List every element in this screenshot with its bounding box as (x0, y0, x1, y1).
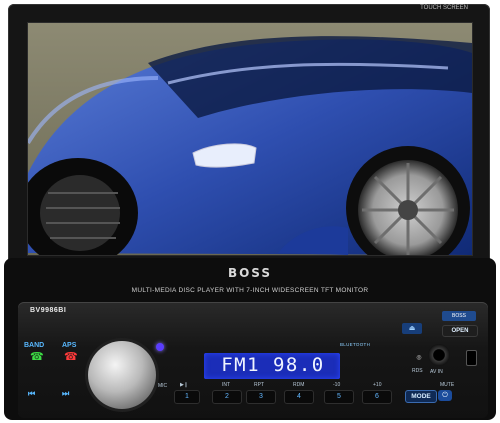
model-number: BV9986BI (30, 307, 67, 314)
av-in-jack[interactable] (428, 344, 450, 366)
preset-2-button[interactable]: 2 (212, 390, 242, 404)
previous-track-icon[interactable]: ⏮ (28, 389, 35, 399)
preset-3-button[interactable]: 3 (246, 390, 276, 404)
phone-hangup-icon[interactable]: ☎ (64, 350, 78, 363)
minus-10-label: -10 (333, 382, 341, 388)
mute-label: MUTE (440, 382, 455, 388)
indicator-led (156, 343, 164, 351)
brand-badge: BOSS (442, 311, 476, 321)
rdm-label: RDM (293, 382, 305, 388)
product-subtitle: MULTI-MEDIA DISC PLAYER WITH 7-INCH WIDE… (131, 287, 369, 294)
preset-5-button[interactable]: 5 (324, 390, 354, 404)
preset-1-button[interactable]: 1 (174, 390, 200, 404)
disc-logo-icon: ◎ (416, 355, 422, 361)
mode-button[interactable]: MODE (405, 390, 437, 403)
rpt-label: RPT (254, 382, 264, 388)
usb-port[interactable] (466, 350, 477, 366)
av-in-label: AV IN (430, 369, 443, 375)
preset-6-button[interactable]: 6 (362, 390, 392, 404)
preset-4-button[interactable]: 4 (284, 390, 314, 404)
band-button[interactable]: BAND (24, 342, 44, 349)
rds-label: RDS (412, 368, 423, 374)
touch-screen-label: TOUCH SCREEN (420, 5, 468, 11)
volume-knob[interactable] (88, 341, 156, 409)
touch-screen[interactable] (27, 22, 473, 256)
plus-10-label: +10 (373, 382, 382, 388)
car-photo (28, 23, 472, 255)
brand-logo: BOSS (227, 266, 273, 280)
int-label: INT (222, 382, 231, 388)
open-button[interactable]: OPEN (442, 325, 478, 337)
mic-label: MIC (158, 383, 168, 389)
play-pause-icon: ▶❙ (180, 382, 189, 388)
power-mute-icon[interactable]: ⏻ (438, 390, 452, 401)
bluetooth-label: BLUETOOTH (340, 342, 371, 347)
next-track-icon[interactable]: ⏭ (62, 389, 69, 399)
eject-icon[interactable]: ⏏ (402, 323, 422, 334)
phone-answer-icon[interactable]: ☎ (30, 350, 44, 363)
lcd-display-text: FM1 98.0 (221, 354, 325, 376)
aps-button[interactable]: APS (62, 342, 76, 349)
